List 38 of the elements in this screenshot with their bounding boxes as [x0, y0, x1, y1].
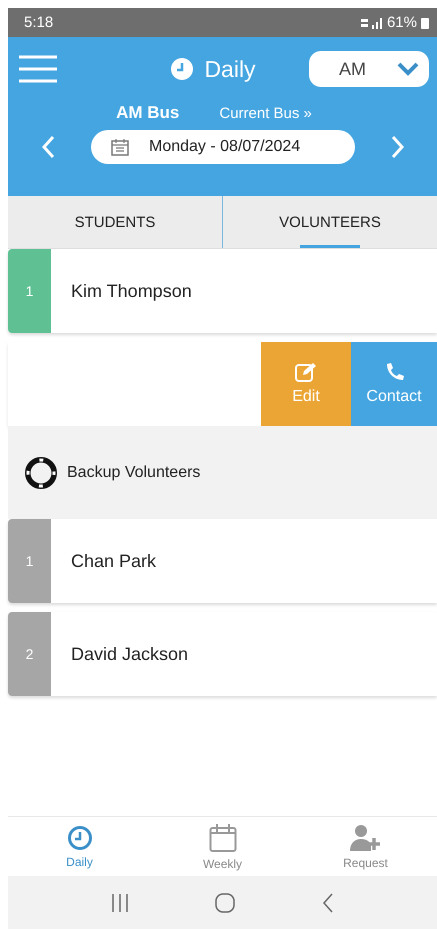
nav-item[interactable]: Weekly: [151, 817, 294, 876]
status-time: 5:18: [24, 14, 54, 31]
row-number: 2: [8, 612, 51, 696]
next-icon[interactable]: [391, 135, 405, 159]
row-number: 1: [8, 519, 51, 603]
volunteer-name: Chan Park: [70, 550, 156, 572]
clock-icon: [66, 824, 92, 850]
previous-icon[interactable]: [41, 135, 55, 159]
screen-title: Daily: [204, 56, 256, 82]
back-icon[interactable]: [322, 892, 334, 912]
edit-icon: [295, 362, 317, 382]
phone-icon: [384, 362, 404, 382]
nav-item[interactable]: Request: [294, 817, 437, 876]
bus-label: AM Bus: [116, 103, 180, 123]
row-number: 1: [8, 249, 51, 333]
battery-percent: 61%: [386, 14, 417, 31]
volunteer-row[interactable]: 2 David Jackson: [8, 612, 437, 696]
recents-icon[interactable]: [111, 894, 130, 912]
clock-icon: [170, 57, 194, 81]
battery-icon: [421, 16, 429, 28]
add-person-icon: [348, 824, 382, 852]
home-icon[interactable]: [215, 892, 236, 912]
section-title: Backup Volunteers: [67, 464, 200, 482]
period-select[interactable]: AM: [309, 51, 429, 87]
volunteer-name: David Jackson: [70, 642, 188, 666]
calendar-icon: [208, 822, 236, 852]
date-picker[interactable]: Monday - 08/07/2024: [91, 130, 355, 164]
volunteer-name: Kim Thompson: [70, 280, 192, 303]
nav-item[interactable]: Daily: [8, 817, 151, 876]
tab[interactable]: STUDENTS: [8, 196, 222, 248]
volunteer-row[interactable]: 1 Kim Thompson: [8, 249, 437, 333]
volunteer-row[interactable]: 1 Chan Park: [8, 519, 437, 603]
calendar-icon: [111, 138, 129, 156]
menu-icon[interactable]: [19, 54, 57, 84]
tab[interactable]: VOLUNTEERS: [222, 196, 437, 248]
chevron-down-icon: [397, 62, 419, 76]
signal-icon: [360, 16, 383, 28]
lifebuoy-icon: [25, 456, 57, 488]
